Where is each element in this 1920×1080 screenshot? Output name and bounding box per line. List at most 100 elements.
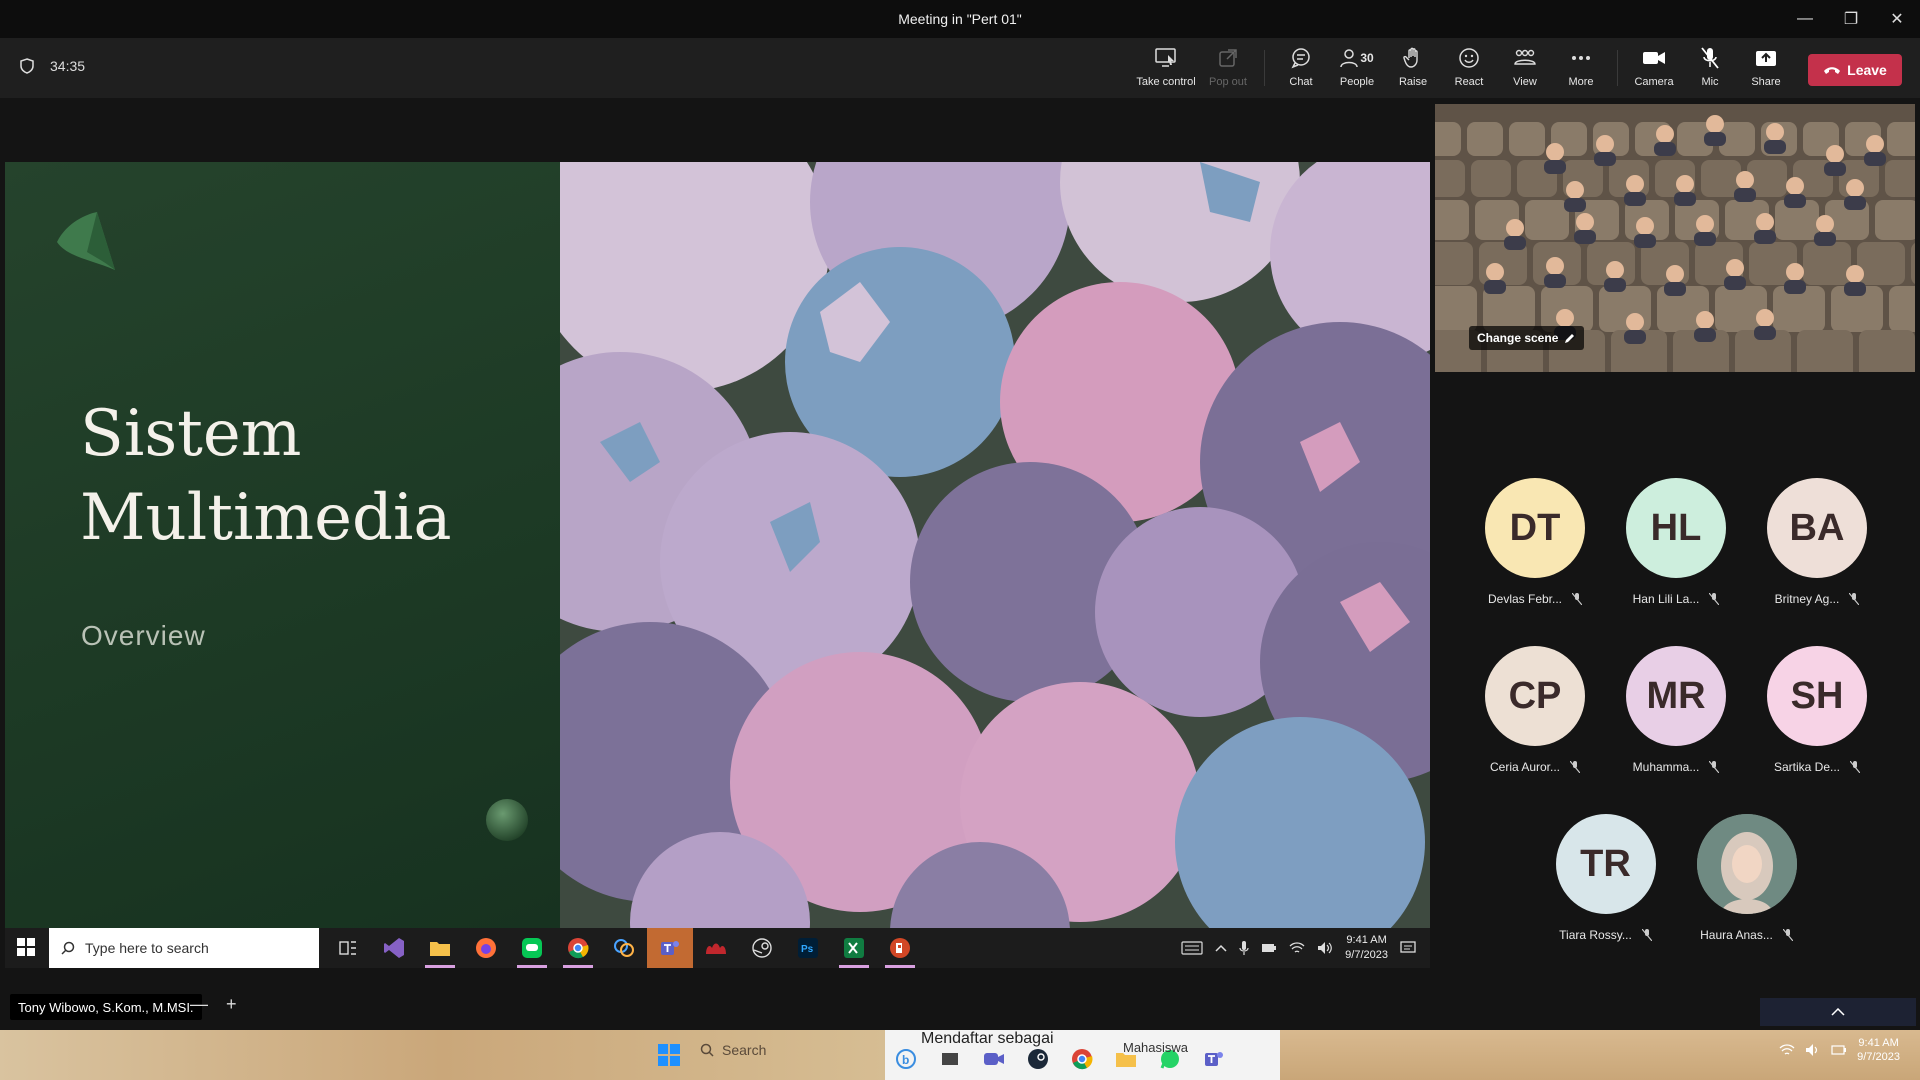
local-time: 9:41 AM [1858,1037,1899,1049]
react-button[interactable]: React [1441,44,1497,88]
attendee [1666,265,1684,283]
toolbar-divider [1617,50,1618,86]
bing-chat-icon[interactable]: b [891,1044,921,1074]
local-clock[interactable]: 9:41 AM 9/7/2023 [1857,1036,1900,1064]
participant-tile[interactable]: MR Muhamma... [1626,646,1726,774]
participant-label: Sartika De... [1774,760,1861,774]
view-button[interactable]: View [1497,44,1553,88]
participant-label: Haura Anas... [1700,928,1793,942]
teams-icon[interactable] [1199,1044,1229,1074]
chevron-up-icon[interactable] [1215,944,1227,952]
attendee-body [1724,276,1746,290]
task-view-icon[interactable] [325,928,371,968]
file-explorer-icon[interactable] [417,928,463,968]
participant-tile[interactable]: CP Ceria Auror... [1485,646,1585,774]
attendee-body [1864,152,1886,166]
attendee-body [1784,280,1806,294]
participant-tile[interactable]: Haura Anas... [1696,814,1797,942]
seat [1857,242,1905,285]
mic-icon[interactable] [1239,940,1249,956]
chat-button[interactable]: Chat [1273,44,1329,88]
visual-studio-icon[interactable] [371,928,417,968]
windows-start-icon[interactable] [17,938,35,956]
attendee [1676,175,1694,193]
avatar: SH [1767,646,1867,746]
participant-label: Devlas Febr... [1488,592,1583,606]
more-button[interactable]: More [1553,44,1609,88]
wifi-icon[interactable] [1779,1043,1795,1057]
steam-icon[interactable] [1023,1044,1053,1074]
camera-button[interactable]: Camera [1626,44,1682,88]
meet-now-icon[interactable] [979,1044,1009,1074]
participant-tile[interactable]: SH Sartika De... [1767,646,1867,774]
pop-out-button[interactable]: Pop out [1200,44,1256,88]
avatar: BA [1767,478,1867,578]
person-photo [1696,814,1797,914]
notification-icon[interactable] [1400,941,1416,955]
line-app-icon[interactable] [509,928,555,968]
participant-name: Muhamma... [1632,760,1700,774]
slide-title-line1: Sistem [80,397,302,471]
attendee [1576,213,1594,231]
attendee-body [1564,198,1586,212]
meeting-timer: 34:35 [20,58,85,74]
windows-start-icon[interactable] [658,1044,680,1066]
zoom-out-button[interactable]: — [190,994,208,1015]
close-button[interactable]: ✕ [1874,0,1920,38]
attendee-body [1764,140,1786,154]
keyboard-icon[interactable] [1181,941,1203,955]
local-search-box[interactable]: Search [700,1042,766,1058]
remote-clock[interactable]: 9:41 AM 9/7/2023 [1345,933,1388,963]
participant-name: Ceria Auror... [1489,760,1561,774]
mic-off-icon [1782,929,1793,941]
toolbar-actions: Take control Pop out Chat 30 People Rais… [1132,44,1902,88]
volume-icon[interactable] [1317,941,1333,955]
attendee [1736,171,1754,189]
attendee-body [1604,278,1626,292]
chrome-icon[interactable] [1067,1044,1097,1074]
raise-hand-button[interactable]: Raise [1385,44,1441,88]
mendeley-icon[interactable] [693,928,739,968]
attendee-body [1654,142,1676,156]
restore-button[interactable]: ❐ [1828,0,1874,38]
slide-title-panel: Sistem Multimedia Overview [5,162,560,928]
change-scene-button[interactable]: Change scene [1469,326,1585,350]
toolbar-divider [1264,50,1265,86]
photos-icon[interactable] [601,928,647,968]
participant-tile[interactable]: TR Tiara Rossy... [1555,814,1656,942]
share-button[interactable]: Share [1738,44,1794,88]
svg-text:b: b [902,1053,909,1067]
sphere-decoration [486,799,528,841]
participant-tile[interactable]: BA Britney Ag... [1767,478,1867,606]
seat [1525,200,1569,240]
firefox-icon[interactable] [463,928,509,968]
more-label: More [1568,76,1594,88]
teams-icon[interactable] [647,928,693,968]
battery-icon[interactable] [1831,1045,1847,1055]
excel-icon[interactable] [831,928,877,968]
wifi-icon[interactable] [1289,941,1305,955]
mic-button[interactable]: Mic [1682,44,1738,88]
minimize-button[interactable]: — [1782,0,1828,38]
attendee [1696,215,1714,233]
photoshop-icon[interactable]: Ps [785,928,831,968]
collapse-panel-button[interactable] [1760,998,1916,1026]
participant-tile[interactable]: DT Devlas Febr... [1485,478,1585,606]
pencil-icon [1565,334,1575,343]
leave-button[interactable]: Leave [1808,54,1902,86]
remote-search-box[interactable]: Type here to search [49,928,319,968]
mic-off-icon [1850,761,1861,773]
powerpoint-icon[interactable] [877,928,923,968]
steam-icon[interactable] [739,928,785,968]
participant-tile[interactable]: HL Han Lili La... [1626,478,1726,606]
attendee [1596,135,1614,153]
people-button[interactable]: 30 People [1329,44,1385,88]
battery-icon[interactable] [1261,943,1277,953]
volume-icon[interactable] [1805,1043,1821,1057]
take-control-button[interactable]: Take control [1132,44,1200,88]
attendee [1566,181,1584,199]
chat-icon [1291,48,1310,69]
task-view-icon[interactable] [935,1044,965,1074]
chrome-icon[interactable] [555,928,601,968]
zoom-in-button[interactable]: + [226,994,237,1015]
